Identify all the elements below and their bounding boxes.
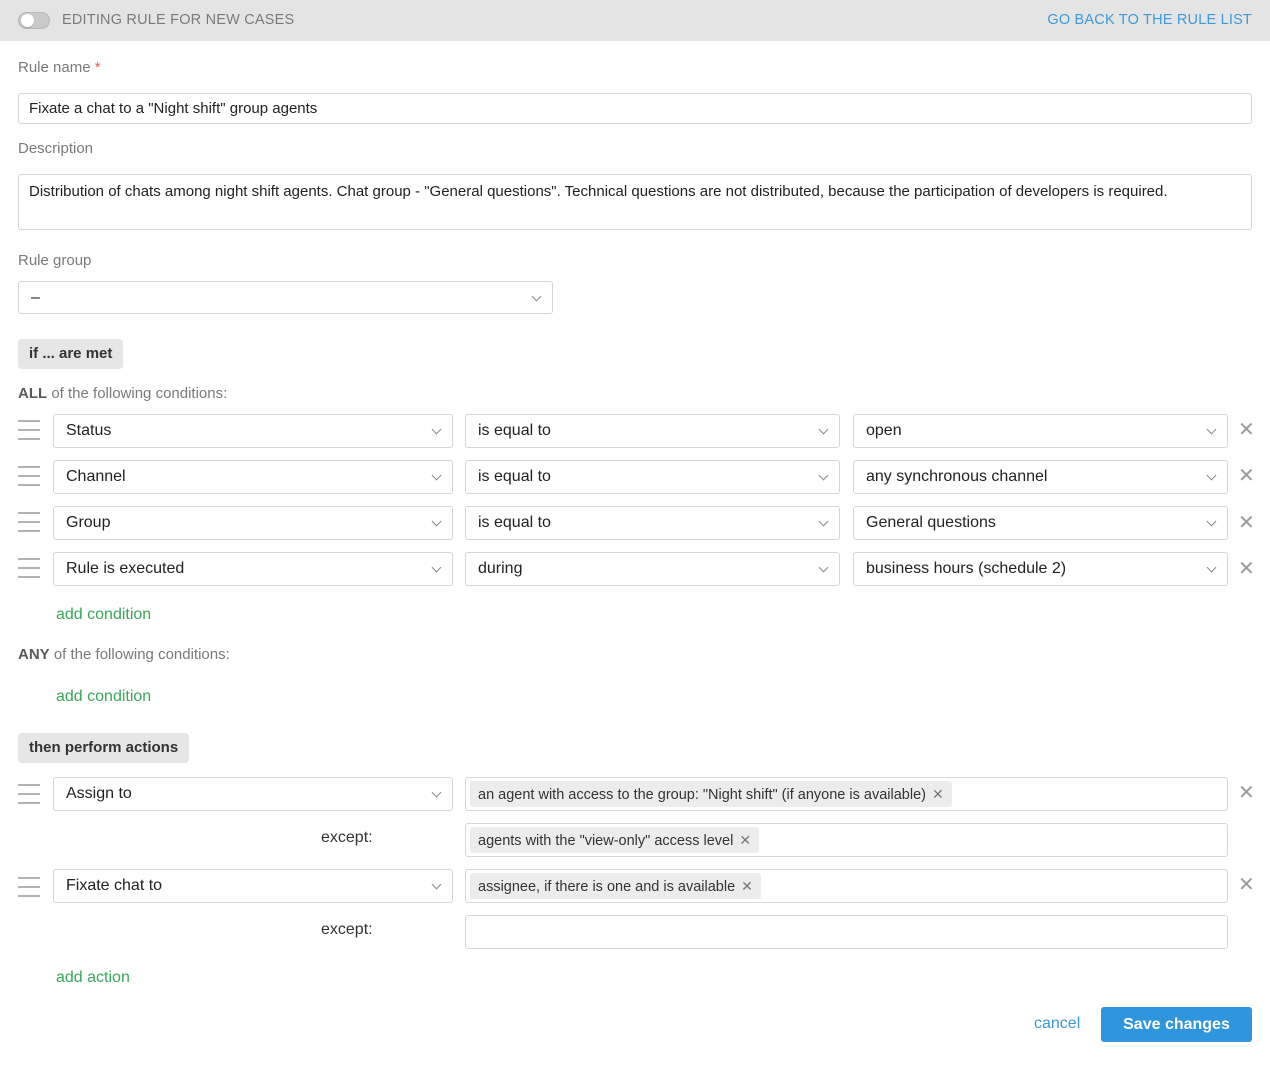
chevron-down-icon: [431, 879, 442, 890]
rule-name-label-text: Rule name: [18, 59, 91, 76]
save-changes-button[interactable]: Save changes: [1101, 1007, 1252, 1042]
rule-name-input[interactable]: Fixate a chat to a "Night shift" group a…: [18, 93, 1252, 124]
condition-value-select[interactable]: General questions: [853, 506, 1228, 540]
condition-value-select[interactable]: business hours (schedule 2): [853, 552, 1228, 586]
action-type-value: Assign to: [66, 785, 132, 802]
action-type-value: Fixate chat to: [66, 877, 163, 894]
rule-group-value: –: [31, 289, 40, 306]
chevron-down-icon: [818, 562, 829, 573]
add-any-condition-link[interactable]: add condition: [56, 688, 151, 706]
drag-handle-icon[interactable]: [18, 420, 40, 440]
condition-field-value: Rule is executed: [66, 560, 185, 577]
target-chip-label: an agent with access to the group: "Nigh…: [478, 787, 926, 803]
chip-remove-icon[interactable]: ✕: [739, 827, 751, 853]
chevron-down-icon: [431, 424, 442, 435]
except-chip: agents with the "view-only" access level…: [470, 827, 760, 853]
condition-field-value: Group: [66, 514, 111, 531]
chip-remove-icon[interactable]: ✕: [741, 873, 753, 899]
target-chip-label: assignee, if there is one and is availab…: [478, 879, 736, 895]
except-label: except:: [321, 829, 373, 846]
chevron-down-icon: [1206, 424, 1217, 435]
remove-action-icon[interactable]: ✕: [1238, 875, 1255, 895]
rule-group-label: Rule group: [18, 252, 92, 269]
chevron-down-icon: [431, 516, 442, 527]
condition-field-value: Status: [66, 422, 112, 439]
drag-handle-icon[interactable]: [18, 877, 40, 897]
back-to-rule-list-link[interactable]: GO BACK TO THE RULE LIST: [1047, 12, 1252, 28]
chevron-down-icon: [1206, 516, 1217, 527]
add-all-condition-link[interactable]: add condition: [56, 606, 151, 624]
any-conditions-heading: ANY of the following conditions:: [18, 646, 230, 663]
all-suffix: of the following conditions:: [47, 385, 228, 402]
toggle-knob: [21, 14, 34, 27]
condition-field-select[interactable]: Channel: [53, 460, 453, 494]
except-input[interactable]: agents with the "view-only" access level…: [465, 823, 1228, 857]
target-chip: assignee, if there is one and is availab…: [470, 873, 761, 899]
chevron-down-icon: [818, 516, 829, 527]
any-keyword: ANY: [18, 646, 50, 663]
drag-handle-icon[interactable]: [18, 512, 40, 532]
rule-group-select[interactable]: –: [18, 281, 553, 314]
chevron-down-icon: [531, 291, 542, 302]
chevron-down-icon: [818, 470, 829, 481]
drag-handle-icon[interactable]: [18, 784, 40, 804]
condition-operator-value: is equal to: [478, 422, 551, 439]
condition-operator-select[interactable]: is equal to: [465, 414, 840, 448]
action-target-input[interactable]: an agent with access to the group: "Nigh…: [465, 777, 1228, 811]
remove-condition-icon[interactable]: ✕: [1238, 559, 1255, 579]
condition-field-value: Channel: [66, 468, 126, 485]
action-type-select[interactable]: Fixate chat to: [53, 869, 453, 903]
drag-handle-icon[interactable]: [18, 466, 40, 486]
actions-section-tag: then perform actions: [18, 733, 190, 763]
remove-condition-icon[interactable]: ✕: [1238, 420, 1255, 440]
all-conditions-heading: ALL of the following conditions:: [18, 385, 227, 402]
action-target-input[interactable]: assignee, if there is one and is availab…: [465, 869, 1228, 903]
except-label: except:: [321, 921, 373, 938]
condition-operator-select[interactable]: is equal to: [465, 460, 840, 494]
all-keyword: ALL: [18, 385, 48, 402]
remove-condition-icon[interactable]: ✕: [1238, 513, 1255, 533]
chevron-down-icon: [1206, 562, 1217, 573]
except-input-empty[interactable]: [465, 915, 1228, 949]
action-type-select[interactable]: Assign to: [53, 777, 453, 811]
description-label: Description: [18, 140, 94, 157]
rule-name-label: Rule name *: [18, 59, 101, 76]
condition-operator-value: is equal to: [478, 514, 551, 531]
chevron-down-icon: [431, 470, 442, 481]
condition-field-select[interactable]: Status: [53, 414, 453, 448]
header-bar: EDITING RULE FOR NEW CASES GO BACK TO TH…: [0, 0, 1270, 41]
chevron-down-icon: [431, 562, 442, 573]
condition-value-select[interactable]: open: [853, 414, 1228, 448]
condition-value: any synchronous channel: [866, 468, 1048, 485]
remove-action-icon[interactable]: ✕: [1238, 783, 1255, 803]
chevron-down-icon: [431, 787, 442, 798]
condition-value-select[interactable]: any synchronous channel: [853, 460, 1228, 494]
chevron-down-icon: [1206, 470, 1217, 481]
any-suffix: of the following conditions:: [49, 646, 230, 663]
cancel-link[interactable]: cancel: [1034, 1015, 1080, 1033]
description-textarea[interactable]: Distribution of chats among night shift …: [18, 174, 1252, 230]
rule-active-toggle[interactable]: [18, 12, 50, 29]
target-chip: an agent with access to the group: "Nigh…: [470, 781, 952, 807]
condition-value: business hours (schedule 2): [866, 560, 1067, 577]
chevron-down-icon: [818, 424, 829, 435]
condition-operator-select[interactable]: during: [465, 552, 840, 586]
add-action-link[interactable]: add action: [56, 969, 130, 987]
except-chip-label: agents with the "view-only" access level: [478, 833, 734, 849]
conditions-section-tag: if ... are met: [18, 339, 124, 369]
condition-operator-value: during: [478, 560, 523, 577]
condition-value: General questions: [866, 514, 996, 531]
drag-handle-icon[interactable]: [18, 558, 40, 578]
condition-field-select[interactable]: Rule is executed: [53, 552, 453, 586]
condition-field-select[interactable]: Group: [53, 506, 453, 540]
chip-remove-icon[interactable]: ✕: [932, 781, 944, 807]
required-mark: *: [94, 59, 101, 76]
page-title: EDITING RULE FOR NEW CASES: [62, 12, 295, 28]
condition-operator-select[interactable]: is equal to: [465, 506, 840, 540]
remove-condition-icon[interactable]: ✕: [1238, 466, 1255, 486]
condition-value: open: [866, 422, 902, 439]
condition-operator-value: is equal to: [478, 468, 551, 485]
